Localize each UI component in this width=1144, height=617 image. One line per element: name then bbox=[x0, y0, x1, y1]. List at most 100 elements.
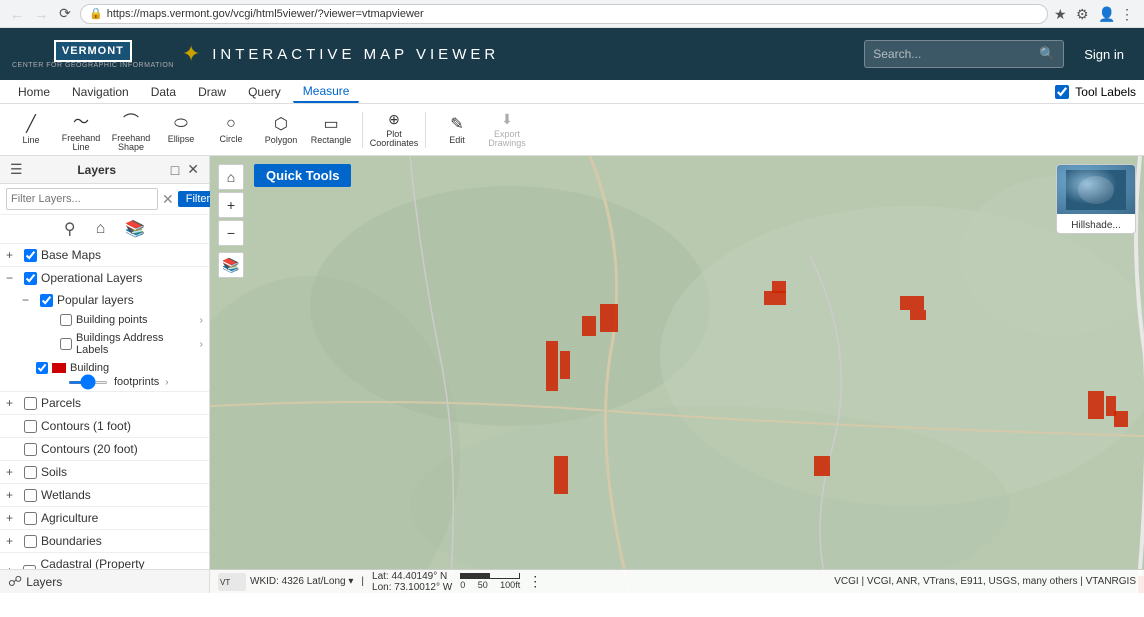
zoom-out-button[interactable]: − bbox=[218, 220, 244, 246]
nav-data[interactable]: Data bbox=[141, 82, 186, 102]
back-button[interactable]: ← bbox=[8, 5, 26, 23]
url-bar[interactable]: 🔒 https://maps.vermont.gov/vcgi/html5vie… bbox=[80, 4, 1048, 24]
tool-freehand-shape[interactable]: ⌒ Freehand Shape bbox=[108, 107, 154, 153]
layer-group-cadastral: + Cadastral (Property Ownership) bbox=[0, 553, 209, 569]
tool-ellipse-label: Ellipse bbox=[168, 135, 195, 144]
plot-coords-icon: ⊕ bbox=[388, 111, 400, 128]
wetlands-header[interactable]: + Wetlands bbox=[0, 484, 209, 506]
tool-plot-coords-label: Plot Coordinates bbox=[370, 130, 419, 148]
boundaries-checkbox[interactable] bbox=[24, 535, 37, 548]
building-swatch bbox=[52, 363, 66, 373]
forward-button[interactable]: → bbox=[32, 5, 50, 23]
tool-edit[interactable]: ✎ Edit bbox=[434, 107, 480, 153]
parcels-header[interactable]: + Parcels bbox=[0, 392, 209, 414]
layers-header: ☰ Layers □ ✕ bbox=[0, 156, 209, 184]
layers-close-icon[interactable]: ✕ bbox=[185, 159, 201, 180]
layer-opacity-slider[interactable] bbox=[68, 381, 108, 384]
layer-group-operational-header[interactable]: − Operational Layers bbox=[0, 267, 209, 289]
layer-group-operational: − Operational Layers − Popular layers bbox=[0, 267, 209, 392]
nav-home[interactable]: Home bbox=[8, 82, 60, 102]
popular-checkbox[interactable] bbox=[40, 294, 53, 307]
sign-in-button[interactable]: Sign in bbox=[1076, 43, 1132, 66]
user-icon[interactable]: 👤 bbox=[1098, 6, 1114, 22]
buildings-address-checkbox[interactable] bbox=[60, 338, 72, 350]
zoom-in-button[interactable]: + bbox=[218, 192, 244, 218]
layers-bottom-bar[interactable]: ☍ Layers bbox=[0, 569, 209, 593]
agriculture-checkbox[interactable] bbox=[24, 512, 37, 525]
compass-icon[interactable]: ⚲ bbox=[64, 219, 76, 239]
map-area[interactable]: ⌂ + − 📚 Quick Tools bbox=[210, 156, 1144, 593]
status-separator: | bbox=[361, 576, 364, 587]
operational-checkbox[interactable] bbox=[24, 272, 37, 285]
buildings-address-label: Buildings Address Labels bbox=[76, 332, 196, 356]
boundaries-label: Boundaries bbox=[41, 534, 102, 548]
wetlands-checkbox[interactable] bbox=[24, 489, 37, 502]
layers-expand-icon[interactable]: □ bbox=[169, 160, 181, 180]
status-expand-icon[interactable]: ⋮ bbox=[528, 573, 542, 590]
bookmark-icon[interactable]: ★ bbox=[1054, 6, 1070, 22]
bookmarks-button[interactable]: 📚 bbox=[218, 252, 244, 278]
basemaps-checkbox[interactable] bbox=[24, 249, 37, 262]
building-points-label: Building points bbox=[76, 314, 196, 326]
cadastral-header[interactable]: + Cadastral (Property Ownership) bbox=[0, 553, 209, 569]
tool-freehand-line[interactable]: 〜 Freehand Line bbox=[58, 107, 104, 153]
tool-circle[interactable]: ○ Circle bbox=[208, 107, 254, 153]
url-text: https://maps.vermont.gov/vcgi/html5viewe… bbox=[107, 8, 424, 20]
status-wkid[interactable]: WKID: 4326 Lat/Long ▾ bbox=[250, 576, 353, 587]
map-controls: ⌂ + − 📚 bbox=[218, 164, 244, 278]
layer-buildings-address[interactable]: Buildings Address Labels › bbox=[16, 329, 209, 359]
tool-rectangle[interactable]: ▭ Rectangle bbox=[308, 107, 354, 153]
building-footprints-sublabel: footprints bbox=[114, 376, 159, 388]
filter-input[interactable] bbox=[6, 188, 158, 210]
home-map-icon[interactable]: ⌂ bbox=[96, 220, 106, 238]
layer-group-basemaps-header[interactable]: + Base Maps bbox=[0, 244, 209, 266]
status-coords-container: Lat: 44.40149° N Lon: 73.10012° W bbox=[372, 571, 452, 593]
building-points-arrow: › bbox=[200, 315, 203, 326]
nav-bar: Home Navigation Data Draw Query Measure … bbox=[0, 80, 1144, 104]
basemaps-label: Base Maps bbox=[41, 248, 101, 262]
reload-button[interactable]: ⟳ bbox=[56, 5, 74, 23]
nav-measure[interactable]: Measure bbox=[293, 81, 360, 103]
contours1-checkbox[interactable] bbox=[24, 420, 37, 433]
contours20-checkbox[interactable] bbox=[24, 443, 37, 456]
status-attribution: VCGI | VCGI, ANR, VTrans, E911, USGS, ma… bbox=[834, 576, 1136, 587]
search-icon: 🔍 bbox=[1039, 46, 1055, 62]
book-icon[interactable]: 📚 bbox=[125, 219, 145, 239]
boundaries-header[interactable]: + Boundaries bbox=[0, 530, 209, 552]
hillshade-widget[interactable]: Hillshade... bbox=[1056, 164, 1136, 234]
tool-line[interactable]: ╱ Line bbox=[8, 107, 54, 153]
toolbar-separator-2 bbox=[425, 112, 426, 148]
filter-clear-button[interactable]: ✕ bbox=[162, 191, 174, 208]
nav-draw[interactable]: Draw bbox=[188, 82, 236, 102]
search-input[interactable] bbox=[873, 47, 1033, 61]
tool-labels-checkbox[interactable] bbox=[1055, 85, 1069, 99]
contours20-header[interactable]: Contours (20 foot) bbox=[0, 438, 209, 460]
popular-layers-header[interactable]: − Popular layers bbox=[16, 289, 209, 311]
tool-line-label: Line bbox=[22, 136, 39, 145]
buildings-address-arrow: › bbox=[200, 339, 203, 350]
scale-bar-line bbox=[460, 573, 520, 579]
nav-query[interactable]: Query bbox=[238, 82, 291, 102]
header-search-container[interactable]: 🔍 bbox=[864, 40, 1064, 68]
tool-ellipse[interactable]: ⬭ Ellipse bbox=[158, 107, 204, 153]
building-footprints-checkbox[interactable] bbox=[36, 362, 48, 374]
puzzle-icon[interactable]: ⚙ bbox=[1076, 6, 1092, 22]
parcels-checkbox[interactable] bbox=[24, 397, 37, 410]
tool-plot-coords[interactable]: ⊕ Plot Coordinates bbox=[371, 107, 417, 153]
logo: VERMONT CENTER FOR GEOGRAPHIC INFORMATIO… bbox=[12, 40, 200, 69]
layers-content: + Base Maps − Operational Layers − bbox=[0, 244, 209, 569]
home-button[interactable]: ⌂ bbox=[218, 164, 244, 190]
quick-tools-badge[interactable]: Quick Tools bbox=[254, 164, 351, 187]
contours1-header[interactable]: Contours (1 foot) bbox=[0, 415, 209, 437]
agriculture-header[interactable]: + Agriculture bbox=[0, 507, 209, 529]
hillshade-preview bbox=[1057, 165, 1135, 214]
add-wetlands-icon: + bbox=[6, 488, 20, 502]
menu-icon[interactable]: ⋮ bbox=[1120, 6, 1136, 22]
building-points-checkbox[interactable] bbox=[60, 314, 72, 326]
nav-navigation[interactable]: Navigation bbox=[62, 82, 139, 102]
layers-menu-icon[interactable]: ☰ bbox=[8, 159, 25, 180]
layer-building-points[interactable]: Building points › bbox=[16, 311, 209, 329]
tool-polygon[interactable]: ⬡ Polygon bbox=[258, 107, 304, 153]
soils-checkbox[interactable] bbox=[24, 466, 37, 479]
soils-header[interactable]: + Soils bbox=[0, 461, 209, 483]
